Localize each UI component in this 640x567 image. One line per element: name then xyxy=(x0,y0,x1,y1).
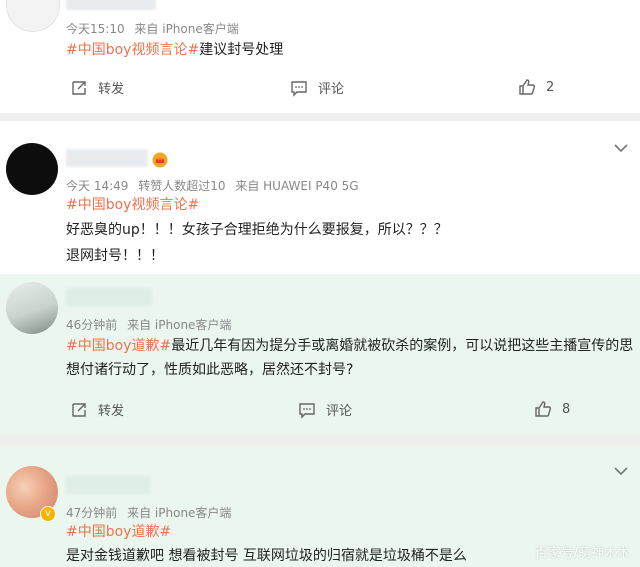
avatar[interactable] xyxy=(6,0,60,32)
repost-label: 转发 xyxy=(98,82,125,97)
avatar[interactable] xyxy=(6,282,58,334)
comment-body: 是对金钱道歉吧 想看被封号 互联网垃圾的归宿就是垃圾桶不是么 xyxy=(66,548,467,564)
repost-icon xyxy=(72,402,86,417)
comment-source: 来自 iPhone客户端 xyxy=(134,22,239,36)
avatar[interactable] xyxy=(6,143,58,195)
username-redacted xyxy=(66,0,156,10)
watermark: 百家号/萌神木木 xyxy=(534,546,630,561)
topic-tag-link[interactable]: #中国boy道歉# xyxy=(66,338,171,354)
comment-time: 今天15:10 xyxy=(66,22,125,36)
comment-body-line-1: 好恶臭的up！！！女孩子合理拒绝为什么要报复，所以？？？ xyxy=(66,222,448,238)
comment-meta: 47分钟前 来自 iPhone客户端 xyxy=(66,504,237,521)
username-redacted xyxy=(66,288,152,306)
comment-source: 来自 iPhone客户端 xyxy=(127,506,232,520)
action-bar: 转发 评论 2 xyxy=(0,78,640,100)
topic-tag-text: #中国boy道歉# xyxy=(66,524,172,540)
like-count: 2 xyxy=(546,79,555,95)
comment-text: #中国boy视频言论#建议封号处理 xyxy=(66,40,283,60)
username-redacted xyxy=(66,149,148,167)
comment-time: 47分钟前 xyxy=(66,506,118,520)
username-redacted xyxy=(66,476,150,494)
comment-button[interactable]: 评论 xyxy=(290,78,344,97)
like-button[interactable]: 8 xyxy=(534,400,570,418)
topic-tag-text: #中国boy视频言论# xyxy=(66,197,200,213)
topic-tag-link[interactable]: #中国boy视频言论# xyxy=(66,195,199,215)
verified-badge-icon: v xyxy=(40,506,56,522)
comment-body: 建议封号处理 xyxy=(199,42,284,58)
repost-button[interactable]: 转发 xyxy=(70,78,124,97)
like-button[interactable]: 2 xyxy=(518,78,554,96)
comment-time: 46分钟前 xyxy=(66,318,118,332)
comment-time: 今天 14:49 xyxy=(66,179,129,193)
comment-card-1: 今天15:10 来自 iPhone客户端 #中国boy视频言论#建议封号处理 转… xyxy=(0,0,640,113)
comment-label: 评论 xyxy=(326,404,353,419)
thumbs-up-icon xyxy=(519,79,536,95)
repost-button[interactable]: 转发 xyxy=(70,400,124,419)
comment-card-3: 46分钟前 来自 iPhone客户端 #中国boy道歉#最近几年有因为提分手或离… xyxy=(0,274,640,434)
action-bar: 转发 评论 8 xyxy=(0,400,640,422)
comment-meta: 46分钟前 来自 iPhone客户端 xyxy=(66,316,237,333)
comment-text: #中国boy道歉#最近几年有因为提分手或离婚就被砍杀的案例，可以说把这些主播宣传… xyxy=(66,334,638,382)
repost-icon xyxy=(72,80,86,95)
comment-body-line-2: 退网封号！！！ xyxy=(66,248,164,264)
comment-meta: 今天15:10 来自 iPhone客户端 xyxy=(66,20,245,37)
topic-tag-link[interactable]: #中国boy道歉# xyxy=(66,522,171,542)
comment-label: 评论 xyxy=(318,82,345,97)
vip-crown-icon xyxy=(152,152,168,168)
comment-button[interactable]: 评论 xyxy=(298,400,352,419)
comment-card-2: 今天 14:49 转赞人数超过10 来自 HUAWEI P40 5G #中国bo… xyxy=(0,121,640,274)
thumbs-up-icon xyxy=(535,401,552,417)
comment-icon xyxy=(291,80,307,97)
topic-tag-link[interactable]: #中国boy视频言论# xyxy=(66,42,199,58)
repost-label: 转发 xyxy=(98,404,125,419)
comment-card-4: v 47分钟前 来自 iPhone客户端 #中国boy道歉# 是对金钱道歉吧 想… xyxy=(0,446,640,567)
comment-source: 来自 HUAWEI P40 5G xyxy=(235,179,359,193)
comment-icon xyxy=(299,402,315,419)
like-count: 8 xyxy=(562,401,571,417)
chevron-down-icon[interactable] xyxy=(614,143,628,153)
comment-meta: 今天 14:49 转赞人数超过10 来自 HUAWEI P40 5G xyxy=(66,177,365,194)
repost-count-note: 转赞人数超过10 xyxy=(138,179,226,193)
chevron-down-icon[interactable] xyxy=(614,466,628,476)
comment-source: 来自 iPhone客户端 xyxy=(127,318,232,332)
